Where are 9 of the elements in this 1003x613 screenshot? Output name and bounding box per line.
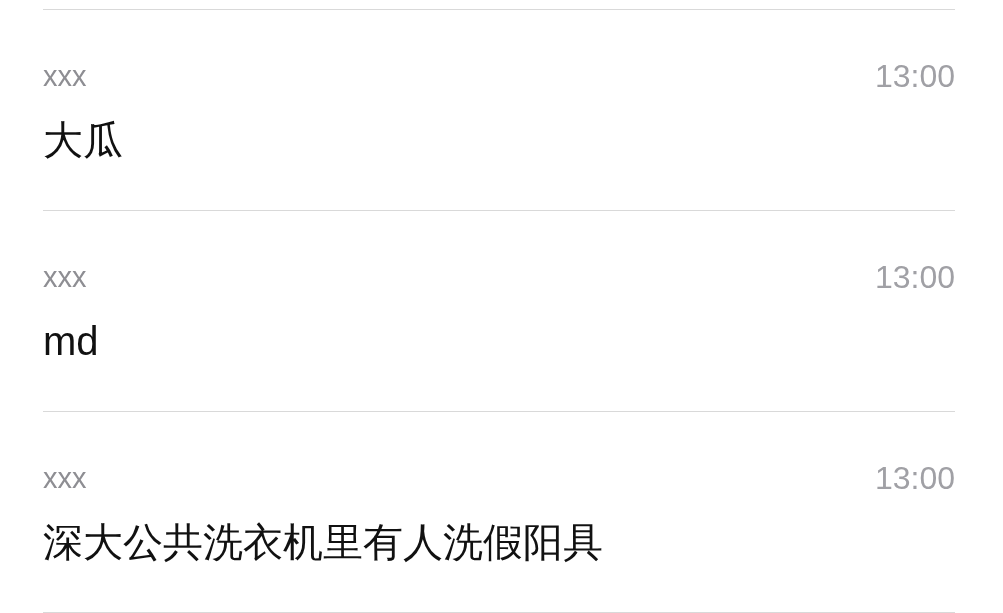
- message-text: 深大公共洗衣机里有人洗假阳具: [43, 519, 604, 566]
- message-text: 大瓜: [43, 117, 124, 164]
- sender-name: xxx: [43, 260, 87, 295]
- message-time: 13:00: [874, 459, 955, 498]
- sender-name: xxx: [43, 461, 87, 496]
- message-text: md: [43, 318, 100, 365]
- message-time: 13:00: [874, 57, 955, 96]
- message-time: 13:00: [874, 258, 955, 297]
- sender-name: xxx: [43, 59, 87, 94]
